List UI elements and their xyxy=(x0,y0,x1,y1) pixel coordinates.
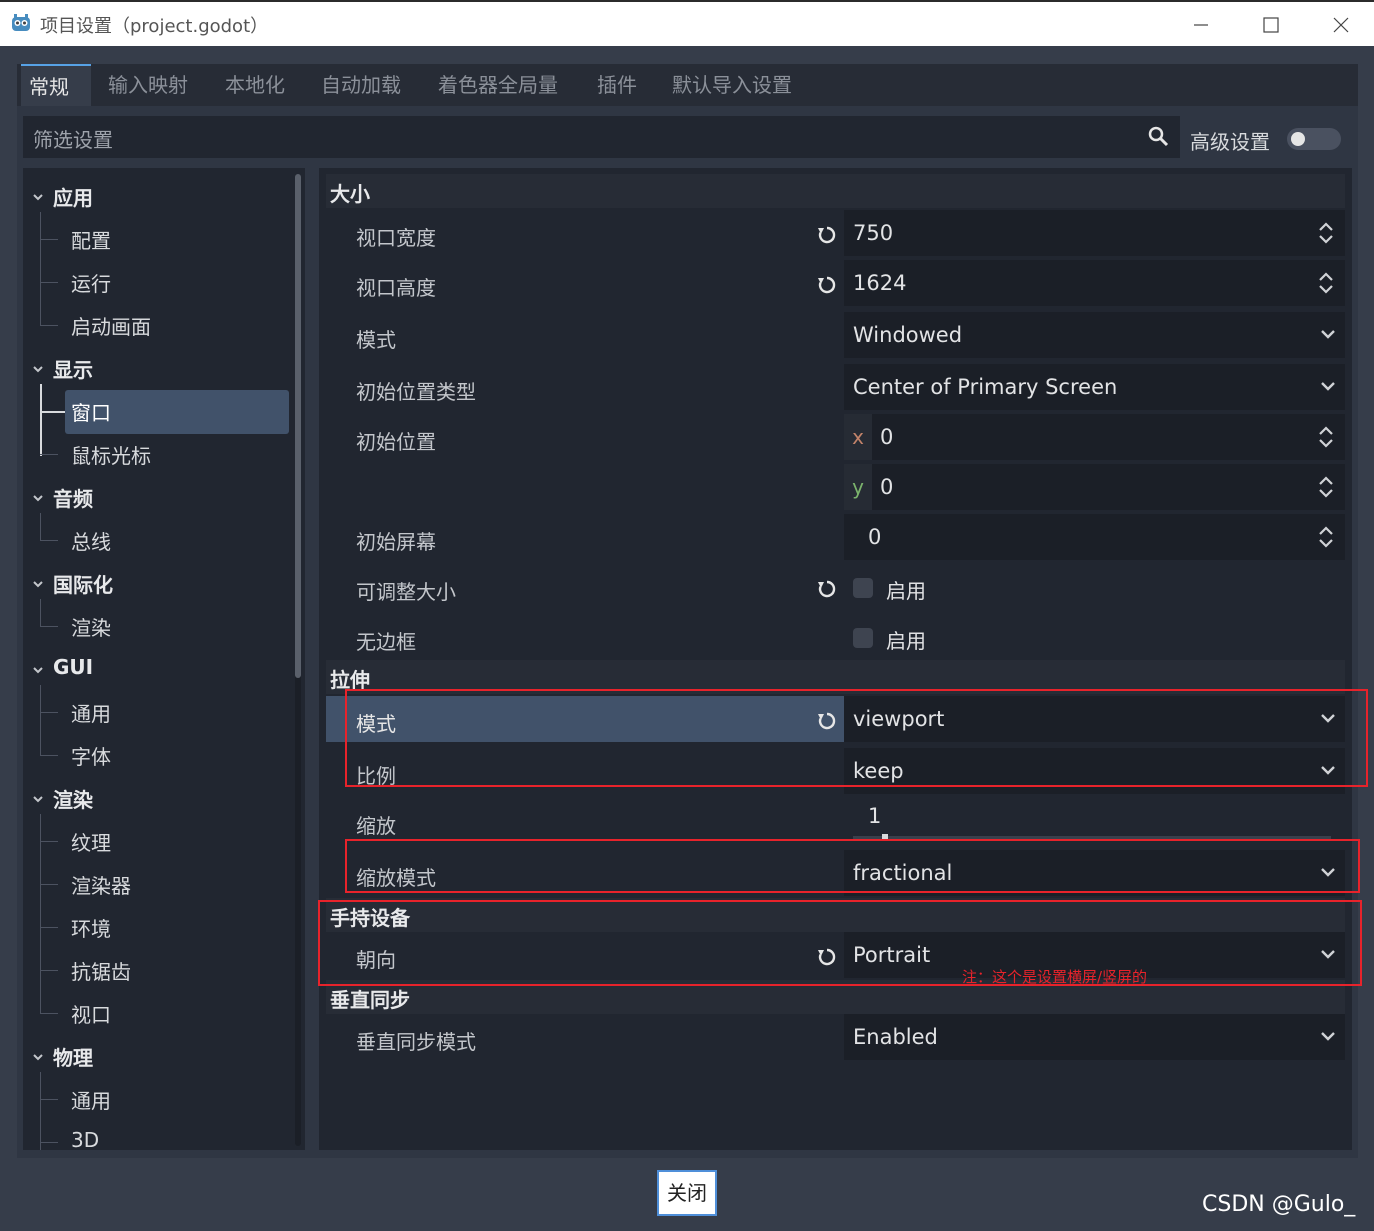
row-viewport-width: 视口宽度 750 xyxy=(326,210,1345,258)
advanced-settings-toggle[interactable] xyxy=(1287,128,1341,150)
row-initial-position-x: 初始位置 x 0 xyxy=(326,414,1345,462)
tree-category-application[interactable]: 应用 xyxy=(53,182,93,211)
vsync-mode-dropdown[interactable]: Enabled xyxy=(844,1014,1345,1060)
row-vsync-mode: 垂直同步模式 Enabled xyxy=(326,1014,1345,1062)
tab-import-defaults[interactable]: 默认导入设置 xyxy=(664,64,800,106)
tree-item-textures[interactable]: 纹理 xyxy=(71,827,111,856)
window-mode-dropdown[interactable]: Windowed xyxy=(844,312,1345,358)
chevron-down-icon xyxy=(1321,382,1335,391)
borderless-checkbox[interactable] xyxy=(853,628,873,648)
row-resizable: 可调整大小 启用 xyxy=(326,564,1345,612)
y-axis-label: y xyxy=(844,464,872,510)
tree-item-renderer[interactable]: 渲染器 xyxy=(71,870,131,899)
filter-placeholder: 筛选设置 xyxy=(33,128,113,152)
revert-icon[interactable] xyxy=(816,224,838,246)
filter-settings-input[interactable]: 筛选设置 xyxy=(23,116,1180,158)
section-size: 大小 xyxy=(326,174,1345,208)
borderless-checkbox-field: 启用 xyxy=(844,614,1345,660)
initial-position-x-spinbox[interactable]: x 0 xyxy=(844,414,1345,460)
spin-arrows-icon[interactable] xyxy=(1317,424,1335,450)
tab-general[interactable]: 常规 xyxy=(21,64,91,106)
close-button[interactable]: 关闭 xyxy=(657,1170,717,1216)
row-initial-position-y: y 0 xyxy=(326,464,1345,512)
chevron-down-icon[interactable] xyxy=(31,190,45,204)
spin-arrows-icon[interactable] xyxy=(1317,524,1335,550)
tab-autoload[interactable]: 自动加载 xyxy=(313,64,409,106)
chevron-down-icon[interactable] xyxy=(31,362,45,376)
settings-inspector: 大小 视口宽度 750 视口高度 1624 模式 Windowed 初始位置类型… xyxy=(319,168,1352,1150)
annotation-box-orientation xyxy=(318,900,1362,986)
tree-category-audio[interactable]: 音频 xyxy=(53,483,93,512)
tree-item-window[interactable]: 窗口 xyxy=(71,397,111,426)
advanced-settings-label: 高级设置 xyxy=(1190,130,1270,154)
row-initial-position-type: 初始位置类型 Center of Primary Screen xyxy=(326,364,1345,412)
scrollbar-thumb[interactable] xyxy=(295,174,301,678)
tree-category-physics[interactable]: 物理 xyxy=(53,1042,93,1071)
title-bar: 项目设置（project.godot） xyxy=(0,0,1374,46)
tree-item-rendering-i18n[interactable]: 渲染 xyxy=(71,612,111,641)
row-window-mode: 模式 Windowed xyxy=(326,312,1345,360)
minimize-icon[interactable] xyxy=(1186,10,1216,40)
tree-item-viewport[interactable]: 视口 xyxy=(71,999,111,1028)
resizable-checkbox-field: 启用 xyxy=(844,564,1345,610)
chevron-down-icon xyxy=(1321,330,1335,339)
revert-icon[interactable] xyxy=(816,274,838,296)
tree-item-physics-common[interactable]: 通用 xyxy=(71,1085,111,1114)
tree-item-fonts[interactable]: 字体 xyxy=(71,741,111,770)
project-settings-panel: 常规 输入映射 本地化 自动加载 着色器全局量 插件 默认导入设置 筛选设置 高… xyxy=(17,64,1358,1158)
tree-item-run[interactable]: 运行 xyxy=(71,268,111,297)
close-icon[interactable] xyxy=(1326,10,1356,40)
chevron-down-icon[interactable] xyxy=(31,577,45,591)
tab-shader-globals[interactable]: 着色器全局量 xyxy=(430,64,566,106)
tree-category-rendering[interactable]: 渲染 xyxy=(53,784,93,813)
viewport-height-spinbox[interactable]: 1624 xyxy=(844,260,1345,306)
tree-category-gui[interactable]: GUI xyxy=(53,655,93,679)
tree-item-boot-splash[interactable]: 启动画面 xyxy=(71,311,151,340)
annotation-note: 注：这个是设置横屏/竖屏的 xyxy=(962,968,1148,986)
initial-position-y-spinbox[interactable]: y 0 xyxy=(844,464,1345,510)
row-viewport-height: 视口高度 1624 xyxy=(326,260,1345,308)
tree-item-config[interactable]: 配置 xyxy=(71,225,111,254)
tab-localization[interactable]: 本地化 xyxy=(217,64,293,106)
chevron-down-icon[interactable] xyxy=(31,663,45,677)
tree-item-mouse-cursor[interactable]: 鼠标光标 xyxy=(71,440,151,469)
spin-arrows-icon[interactable] xyxy=(1317,474,1335,500)
chevron-down-icon[interactable] xyxy=(31,1050,45,1064)
tree-item-3d[interactable]: 3D xyxy=(71,1128,99,1150)
tree-item-anti-aliasing[interactable]: 抗锯齿 xyxy=(71,956,131,985)
chevron-down-icon[interactable] xyxy=(31,792,45,806)
godot-icon xyxy=(12,14,30,31)
sidebar-scrollbar[interactable] xyxy=(295,174,301,1146)
tab-bar: 常规 输入映射 本地化 自动加载 着色器全局量 插件 默认导入设置 xyxy=(17,64,1358,106)
row-initial-screen: 初始屏幕 0 xyxy=(326,514,1345,562)
settings-tree: 应用 配置 运行 启动画面 显示 窗口 鼠标光标 音频 总线 国际化 渲染 GU… xyxy=(23,168,305,1150)
initial-screen-spinbox[interactable]: 0 xyxy=(844,514,1345,560)
watermark: CSDN @Gulo_ xyxy=(1202,1192,1356,1217)
resizable-checkbox[interactable] xyxy=(853,578,873,598)
viewport-width-spinbox[interactable]: 750 xyxy=(844,210,1345,256)
annotation-box-stretch xyxy=(345,689,1368,787)
x-axis-label: x xyxy=(844,414,872,460)
tree-category-internationalization[interactable]: 国际化 xyxy=(53,569,113,598)
search-icon xyxy=(1148,126,1169,147)
spin-arrows-icon[interactable] xyxy=(1317,220,1335,246)
tree-item-environment[interactable]: 环境 xyxy=(71,913,111,942)
tree-category-display[interactable]: 显示 xyxy=(53,354,93,383)
spin-arrows-icon[interactable] xyxy=(1317,270,1335,296)
annotation-box-scale-mode xyxy=(345,839,1360,893)
chevron-down-icon[interactable] xyxy=(31,491,45,505)
maximize-icon[interactable] xyxy=(1256,10,1286,40)
row-borderless: 无边框 启用 xyxy=(326,614,1345,662)
tab-plugins[interactable]: 插件 xyxy=(589,64,645,106)
stretch-scale-slider[interactable]: 1 xyxy=(844,798,1345,844)
tree-item-buses[interactable]: 总线 xyxy=(71,526,111,555)
tab-input-map[interactable]: 输入映射 xyxy=(100,64,196,106)
tree-item-common[interactable]: 通用 xyxy=(71,698,111,727)
window-title: 项目设置（project.godot） xyxy=(40,16,269,37)
initial-position-type-dropdown[interactable]: Center of Primary Screen xyxy=(844,364,1345,410)
revert-icon[interactable] xyxy=(816,578,838,600)
chevron-down-icon xyxy=(1321,1032,1335,1041)
